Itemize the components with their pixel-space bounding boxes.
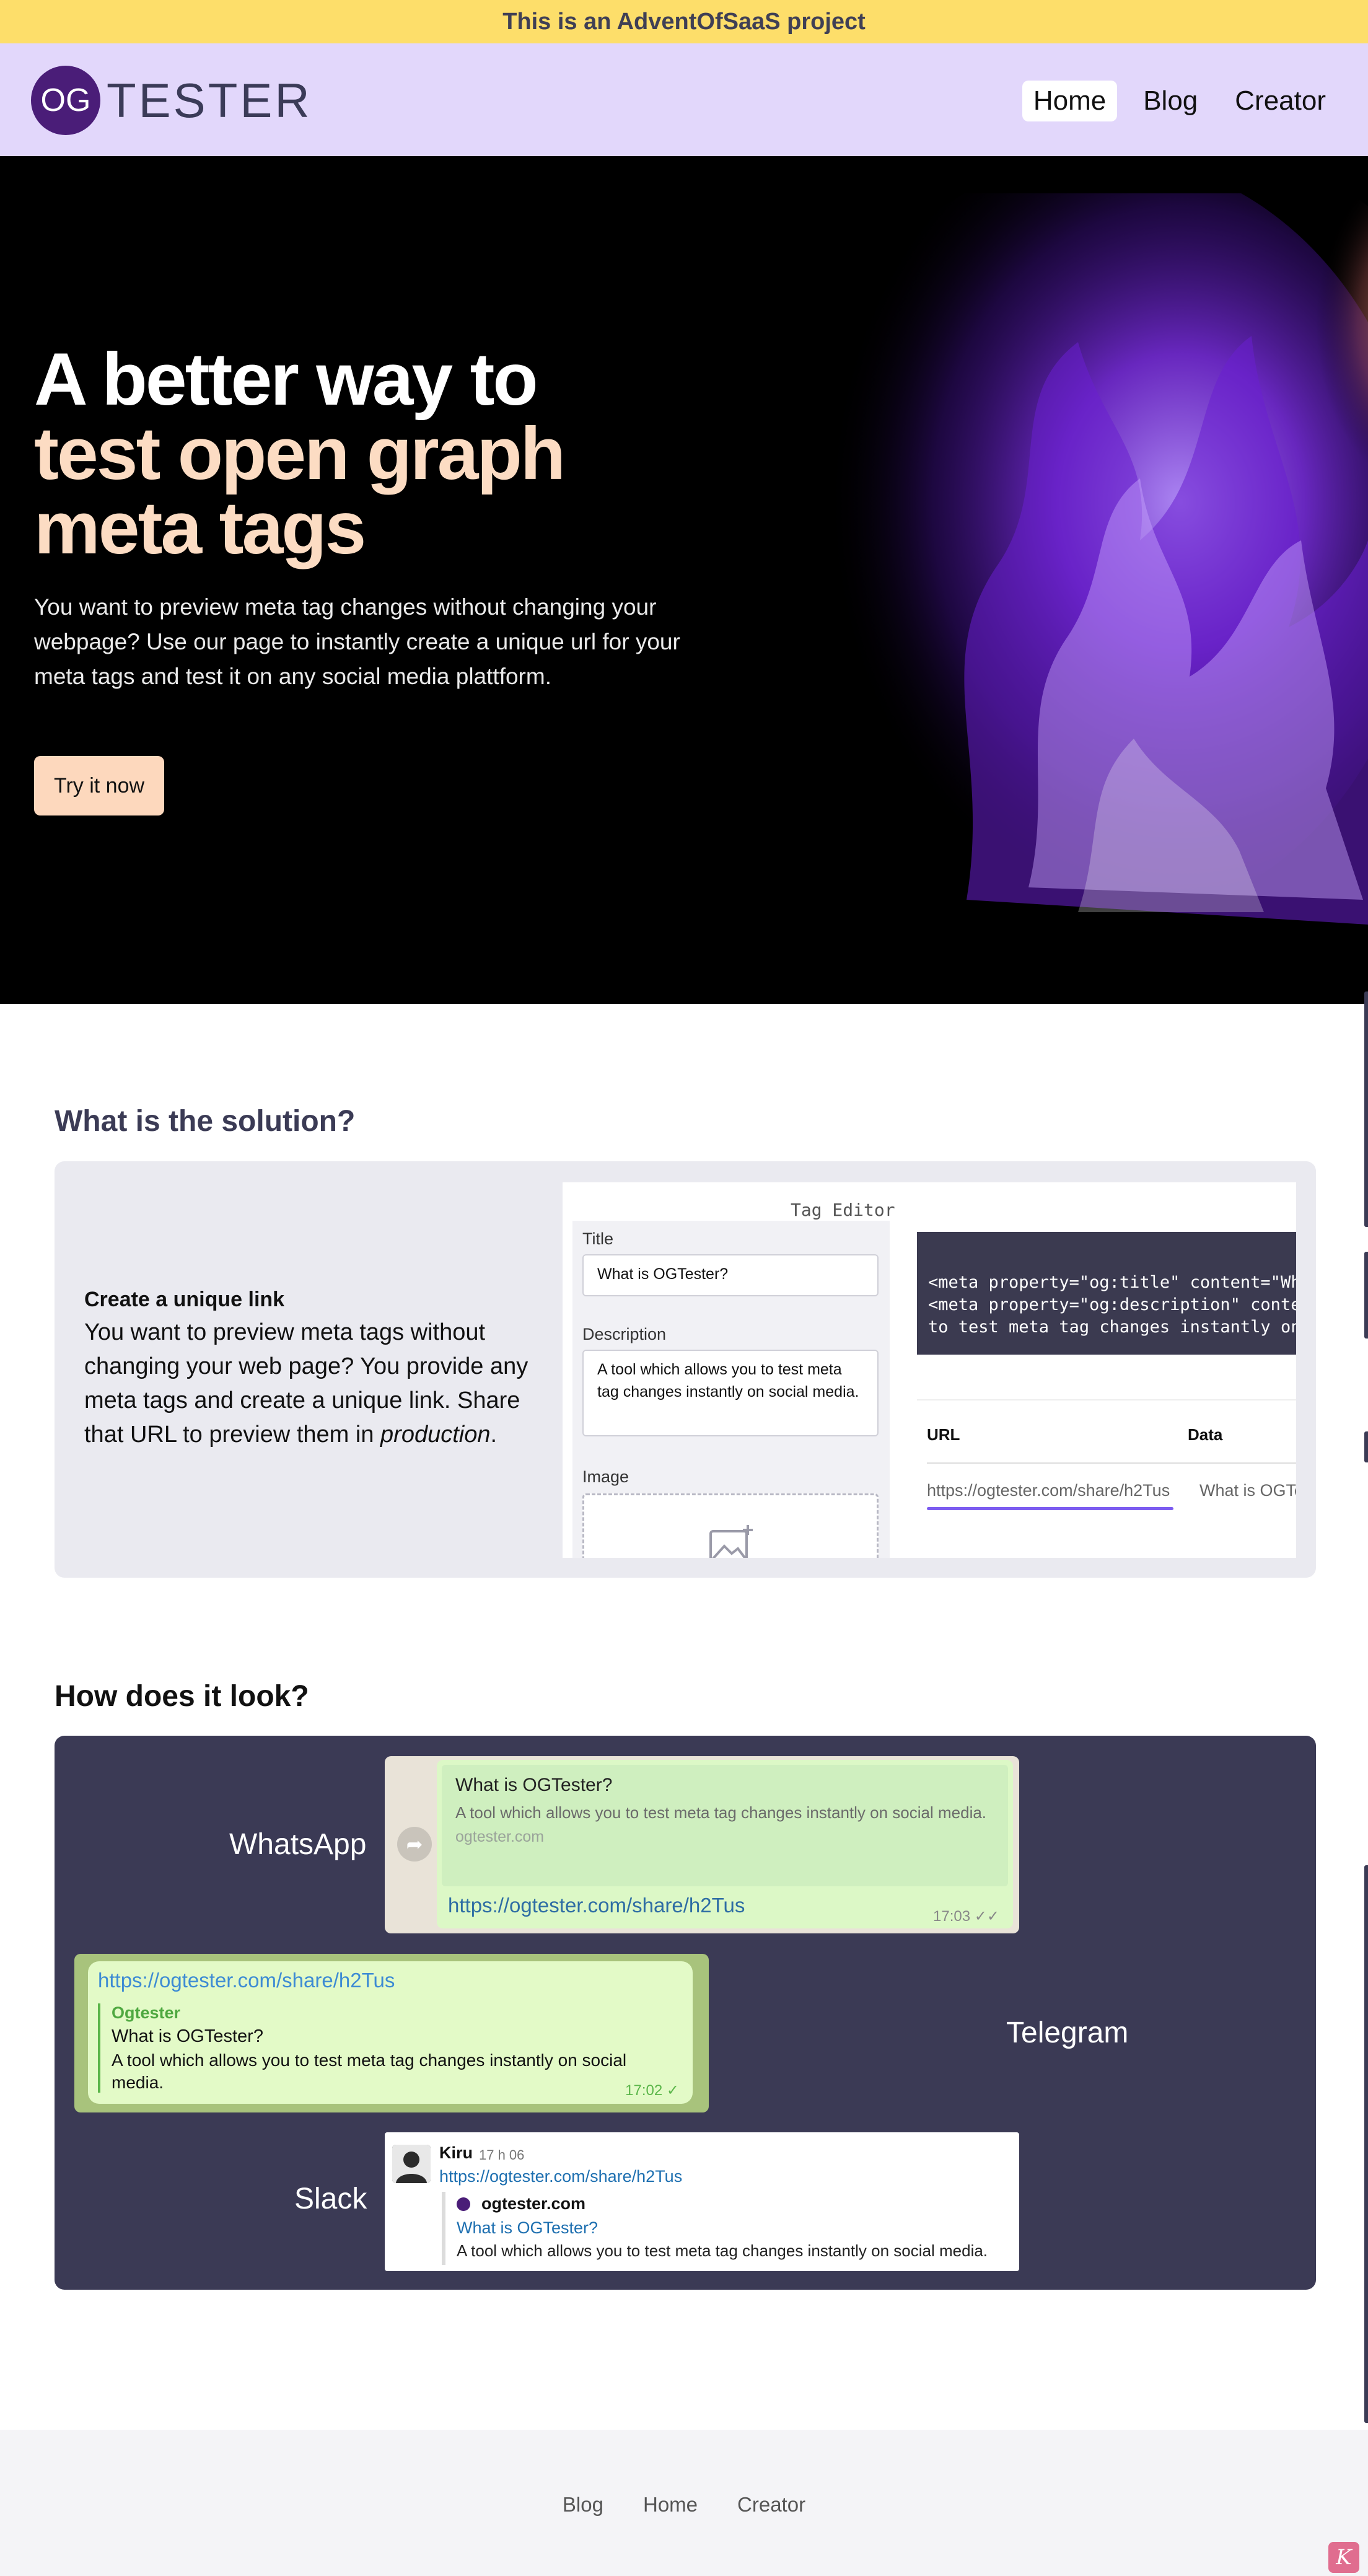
banner-text: This is an AdventOfSaaS project — [502, 8, 866, 35]
nav-creator[interactable]: Creator — [1224, 81, 1337, 121]
solution-text: Create a unique link You want to preview… — [84, 1288, 555, 1452]
telegram-time: 17:02 ✓ — [625, 2082, 679, 2099]
tag-editor-form: Title What is OGTester? Description A to… — [572, 1221, 890, 1558]
telegram-label: Telegram — [1006, 2016, 1129, 2049]
logo[interactable]: OG TESTER — [31, 66, 312, 135]
telegram-bubble: https://ogtester.com/share/h2Tus Ogteste… — [88, 1961, 693, 2104]
solution-heading: What is the solution? — [55, 1105, 356, 1138]
slack-title[interactable]: What is OGTester? — [457, 2218, 988, 2238]
slack-link[interactable]: https://ogtester.com/share/h2Tus — [439, 2167, 682, 2186]
image-dropzone[interactable] — [582, 1493, 879, 1558]
forward-icon: ➦ — [397, 1827, 432, 1862]
footer-link-home[interactable]: Home — [643, 2493, 698, 2517]
hero-title-line-1: A better way to — [34, 338, 538, 421]
preview-card: WhatsApp ➦ What is OGTester? A tool whic… — [55, 1736, 1316, 2290]
try-it-now-button[interactable]: Try it now — [34, 756, 164, 815]
hero-description: You want to preview meta tag changes wit… — [34, 594, 680, 689]
production-emphasis: production — [380, 1422, 491, 1448]
tag-editor-title: Tag Editor — [791, 1200, 895, 1220]
corner-badge-icon[interactable]: K — [1328, 2542, 1359, 2573]
hero: A better way to test open graph meta tag… — [0, 156, 1368, 1004]
footer-link-creator[interactable]: Creator — [737, 2493, 805, 2517]
slack-preview: Kiru 17 h 06 https://ogtester.com/share/… — [385, 2132, 1019, 2271]
code-line: <meta property="og:title" content="What — [928, 1273, 1296, 1292]
site-footer: Blog Home Creator — [0, 2430, 1368, 2576]
slack-description: A tool which allows you to test meta tag… — [457, 2241, 988, 2260]
solution-title: Create a unique link — [84, 1288, 285, 1311]
preview-heading: How does it look? — [55, 1680, 309, 1713]
url-table: URL Data https://ogtester.com/share/h2Tu… — [917, 1399, 1296, 1558]
code-line: to test meta tag changes instantly on s — [928, 1317, 1296, 1337]
hero-title-line-3: meta tags — [34, 486, 366, 569]
scroll-marker — [1364, 991, 1368, 1227]
hero-title: A better way to test open graph meta tag… — [34, 338, 566, 569]
scroll-marker — [1364, 1252, 1368, 1339]
meta-code-block: <meta property="og:title" content="What <… — [917, 1232, 1296, 1355]
nav-home[interactable]: Home — [1022, 81, 1118, 121]
whatsapp-site: ogtester.com — [455, 1828, 545, 1845]
slack-unfurl: ogtester.com What is OGTester? A tool wh… — [442, 2192, 988, 2265]
nav-blog[interactable]: Blog — [1132, 81, 1209, 121]
description-textarea[interactable]: A tool which allows you to test meta tag… — [582, 1350, 879, 1436]
whatsapp-description: A tool which allows you to test meta tag… — [455, 1803, 987, 1822]
top-banner: This is an AdventOfSaaS project — [0, 0, 1368, 43]
scroll-marker — [1364, 1865, 1368, 2423]
add-image-icon — [709, 1525, 753, 1558]
data-column-header: Data — [1188, 1425, 1223, 1444]
telegram-link[interactable]: https://ogtester.com/share/h2Tus — [98, 1969, 395, 1992]
slack-user: Kiru — [439, 2143, 473, 2162]
whatsapp-label: WhatsApp — [229, 1828, 367, 1861]
telegram-site: Ogtester — [112, 2003, 181, 2022]
description-label: Description — [582, 1325, 667, 1343]
url-underline — [927, 1507, 1173, 1510]
solution-card: Create a unique link You want to preview… — [55, 1161, 1316, 1578]
hero-title-line-2: test open graph — [34, 412, 566, 495]
solution-description: You want to preview meta tags without ch… — [84, 1319, 528, 1448]
tag-editor-screenshot: Tag Editor Title What is OGTester? Descr… — [563, 1182, 1296, 1558]
share-url-cell[interactable]: https://ogtester.com/share/h2Tus — [927, 1481, 1170, 1500]
site-favicon-icon — [457, 2197, 470, 2211]
whatsapp-title: What is OGTester? — [455, 1775, 613, 1795]
title-input[interactable]: What is OGTester? — [582, 1254, 879, 1296]
avatar — [392, 2145, 431, 2183]
logo-mark: OG — [31, 66, 100, 135]
table-divider — [927, 1462, 1296, 1464]
user-avatar-icon — [392, 2145, 431, 2183]
image-label: Image — [582, 1467, 629, 1486]
whatsapp-link-card[interactable]: What is OGTester? A tool which allows yo… — [442, 1765, 1008, 1886]
slack-time: 17 h 06 — [479, 2147, 525, 2163]
title-label: Title — [582, 1229, 614, 1248]
footer-links: Blog Home Creator — [0, 2493, 1368, 2517]
purple-flame-illustration — [706, 193, 1368, 974]
whatsapp-time: 17:03 ✓✓ — [933, 1908, 999, 1925]
slack-label: Slack — [294, 2183, 367, 2215]
logo-text: TESTER — [107, 73, 312, 128]
code-line: <meta property="og:description" content — [928, 1295, 1296, 1314]
telegram-title: What is OGTester? — [112, 2026, 263, 2046]
whatsapp-link[interactable]: https://ogtester.com/share/h2Tus — [448, 1894, 745, 1917]
telegram-description: A tool which allows you to test meta tag… — [112, 2051, 627, 2092]
whatsapp-preview: ➦ What is OGTester? A tool which allows … — [385, 1756, 1019, 1933]
whatsapp-bubble: What is OGTester? A tool which allows yo… — [437, 1760, 1013, 1928]
main-nav: Home Blog Creator — [1022, 81, 1337, 121]
telegram-preview: https://ogtester.com/share/h2Tus Ogteste… — [74, 1954, 709, 2112]
telegram-link-card[interactable]: Ogtester What is OGTester? A tool which … — [98, 2003, 680, 2093]
site-header: OG TESTER Home Blog Creator — [0, 43, 1368, 156]
footer-link-blog[interactable]: Blog — [563, 2493, 603, 2517]
scroll-marker — [1364, 1431, 1368, 1462]
slack-site: ogtester.com — [457, 2194, 988, 2213]
url-column-header: URL — [927, 1425, 960, 1444]
data-cell: What is OGTe — [1199, 1481, 1296, 1500]
